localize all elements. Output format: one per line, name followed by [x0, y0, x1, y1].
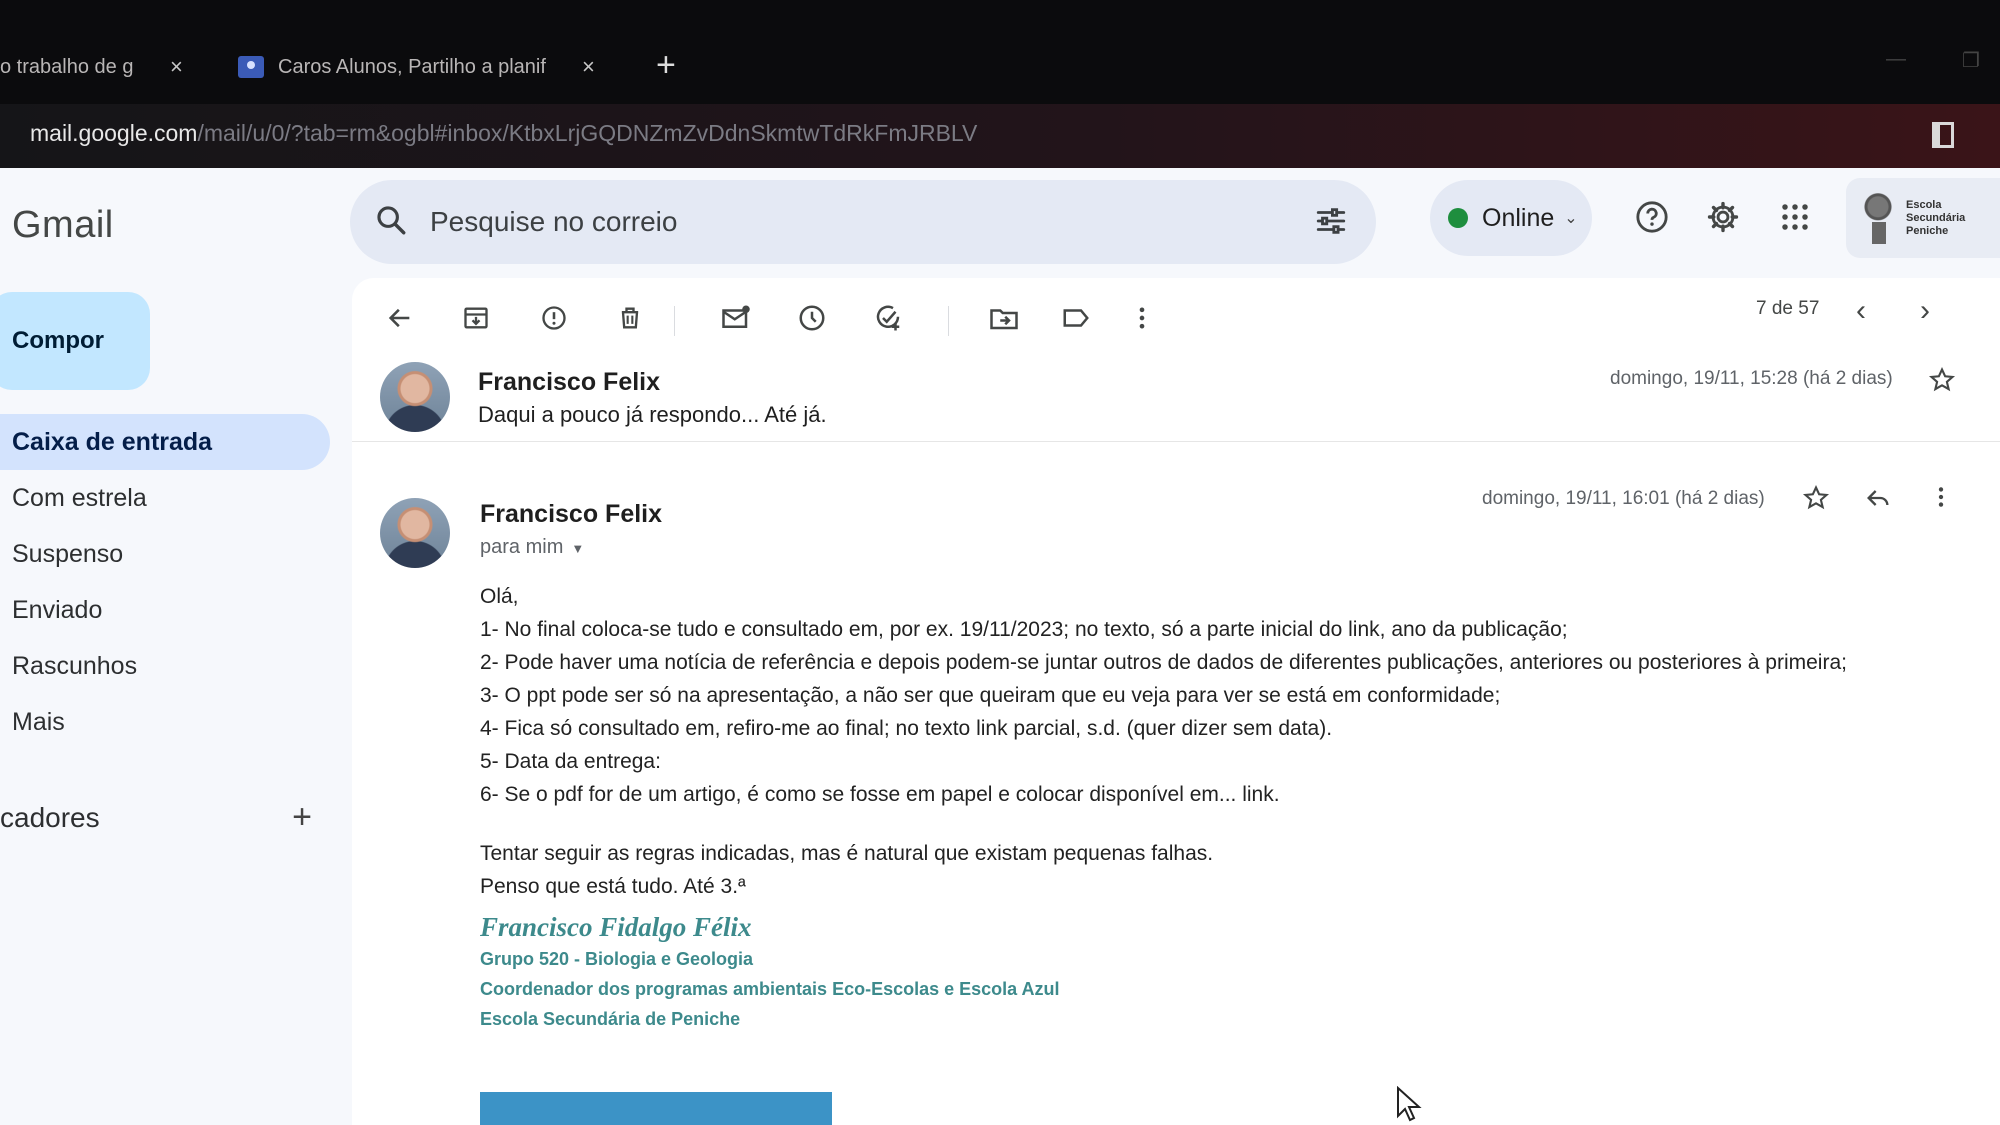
tab-1-close-icon[interactable]: ×: [170, 54, 183, 80]
tab-1[interactable]: o trabalho de g ×: [0, 42, 210, 92]
delete-icon[interactable]: [612, 300, 648, 336]
sidebar-item-inbox[interactable]: Caixa de entrada: [0, 414, 330, 470]
classroom-favicon-icon: [238, 56, 264, 78]
labels-section-header: cadores +: [0, 798, 316, 837]
avatar: [380, 498, 450, 568]
sender-name: Francisco Felix: [478, 368, 661, 396]
sidebar-nav: Caixa de entrada Com estrela Suspenso En…: [0, 414, 330, 750]
search-icon[interactable]: [374, 203, 408, 242]
compose-button[interactable]: Compor: [0, 292, 150, 390]
message-date: domingo, 19/11, 15:28 (há 2 dias): [1610, 368, 1893, 389]
body-line: Tentar seguir as regras indicadas, mas é…: [480, 842, 1214, 865]
avatar: [380, 362, 450, 432]
minimize-icon[interactable]: —: [1886, 48, 1906, 71]
message-body: Olá, 1- No final coloca-se tudo e consul…: [480, 580, 1980, 1034]
move-to-icon[interactable]: [986, 300, 1022, 336]
message-date: domingo, 19/11, 16:01 (há 2 dias): [1482, 488, 1765, 509]
signature-name: Francisco Fidalgo Félix: [480, 912, 752, 942]
recipient-label: para mim: [480, 536, 564, 558]
signature-banner-image: [480, 1092, 832, 1125]
report-spam-icon[interactable]: [536, 300, 572, 336]
status-label: Online: [1482, 203, 1555, 232]
help-icon[interactable]: [1633, 198, 1671, 236]
pagination-count: 7 de 57: [1756, 298, 1820, 319]
add-label-button[interactable]: +: [292, 798, 312, 837]
signature-line: Grupo 520 - Biologia e Geologia: [480, 949, 754, 969]
browser-tab-bar: o trabalho de g × Caros Alunos, Partilho…: [0, 0, 2000, 104]
tab-2-title: Caros Alunos, Partilho a planif: [278, 55, 546, 78]
sidebar-item-starred[interactable]: Com estrela: [0, 470, 330, 526]
mouse-cursor-icon: [1396, 1085, 1422, 1125]
toolbar-divider: [948, 306, 949, 336]
sidebar-item-drafts[interactable]: Rascunhos: [0, 638, 330, 694]
signature-line: Coordenador dos programas ambientais Eco…: [480, 979, 1060, 999]
sidebar-item-more[interactable]: Mais: [0, 694, 330, 750]
back-arrow-icon[interactable]: [382, 300, 418, 336]
online-status-dot: [1448, 208, 1468, 228]
labels-title: cadores: [0, 801, 100, 833]
body-line: 5- Data da entrega:: [480, 750, 661, 773]
side-panel-icon[interactable]: [1932, 122, 1954, 148]
url-text[interactable]: mail.google.com/mail/u/0/?tab=rm&ogbl#in…: [30, 120, 977, 147]
signature-line: Escola Secundária de Peniche: [480, 1009, 741, 1029]
message-toolbar: 7 de 57 ‹ ›: [352, 278, 2000, 358]
school-crest-logo: [1860, 190, 1896, 246]
gmail-logo[interactable]: Gmail: [12, 204, 114, 247]
collapsed-message[interactable]: Francisco Felix Daqui a pouco já respond…: [352, 358, 2000, 442]
label-icon[interactable]: [1058, 300, 1094, 336]
add-task-icon[interactable]: [870, 300, 906, 336]
sender-name: Francisco Felix: [480, 500, 663, 528]
restore-icon[interactable]: ❐: [1962, 48, 1980, 73]
body-line: 6- Se o pdf for de um artigo, é como se …: [480, 783, 1280, 806]
snooze-icon[interactable]: [794, 300, 830, 336]
tab-1-title: o trabalho de g: [0, 55, 134, 78]
account-name: Escola Secundária Peniche: [1906, 198, 1966, 237]
account-switcher[interactable]: Escola Secundária Peniche: [1846, 178, 2000, 258]
message-view: 7 de 57 ‹ › Francisco Felix Daqui a pouc…: [352, 278, 2000, 1125]
message-snippet: Daqui a pouco já respondo... Até já.: [478, 402, 827, 427]
newer-chevron-left-icon[interactable]: ‹: [1856, 294, 1866, 328]
toolbar-divider: [674, 306, 675, 336]
new-tab-button[interactable]: +: [656, 46, 676, 85]
status-dropdown[interactable]: Online ⌄: [1430, 180, 1592, 256]
caret-down-icon: ▼: [571, 541, 585, 556]
chevron-down-icon: ⌄: [1564, 210, 1578, 227]
older-chevron-right-icon[interactable]: ›: [1920, 294, 1930, 328]
settings-gear-icon[interactable]: [1704, 198, 1742, 236]
body-line: Penso que está tudo. Até 3.ª: [480, 875, 746, 898]
body-line: 3- O ppt pode ser só na apresentação, a …: [480, 684, 1501, 707]
body-line: 2- Pode haver uma notícia de referência …: [480, 651, 1847, 674]
tab-2-close-icon[interactable]: ×: [582, 54, 595, 80]
star-icon[interactable]: [1928, 366, 1956, 399]
sidebar-item-snoozed[interactable]: Suspenso: [0, 526, 330, 582]
url-host: mail.google.com: [30, 120, 198, 146]
more-vert-icon[interactable]: [1928, 484, 1954, 515]
url-path: /mail/u/0/?tab=rm&ogbl#inbox/KtbxLrjGQDN…: [197, 120, 978, 146]
search-bar[interactable]: [350, 180, 1376, 264]
tab-2[interactable]: Caros Alunos, Partilho a planif ×: [238, 42, 618, 92]
star-icon[interactable]: [1802, 484, 1830, 517]
search-options-icon[interactable]: [1314, 204, 1348, 243]
more-vert-icon[interactable]: [1124, 300, 1160, 336]
sidebar-item-sent[interactable]: Enviado: [0, 582, 330, 638]
search-input[interactable]: [430, 206, 1250, 238]
archive-icon[interactable]: [458, 300, 494, 336]
body-line: 4- Fica só consultado em, refiro-me ao f…: [480, 717, 1333, 740]
greeting: Olá,: [480, 585, 519, 608]
mark-unread-icon[interactable]: [718, 300, 754, 336]
google-apps-icon[interactable]: [1776, 198, 1814, 236]
reply-icon[interactable]: [1864, 484, 1892, 517]
address-bar[interactable]: mail.google.com/mail/u/0/?tab=rm&ogbl#in…: [0, 104, 2000, 168]
body-line: 1- No final coloca-se tudo e consultado …: [480, 618, 1568, 641]
recipient-details[interactable]: para mim ▼: [480, 536, 584, 559]
